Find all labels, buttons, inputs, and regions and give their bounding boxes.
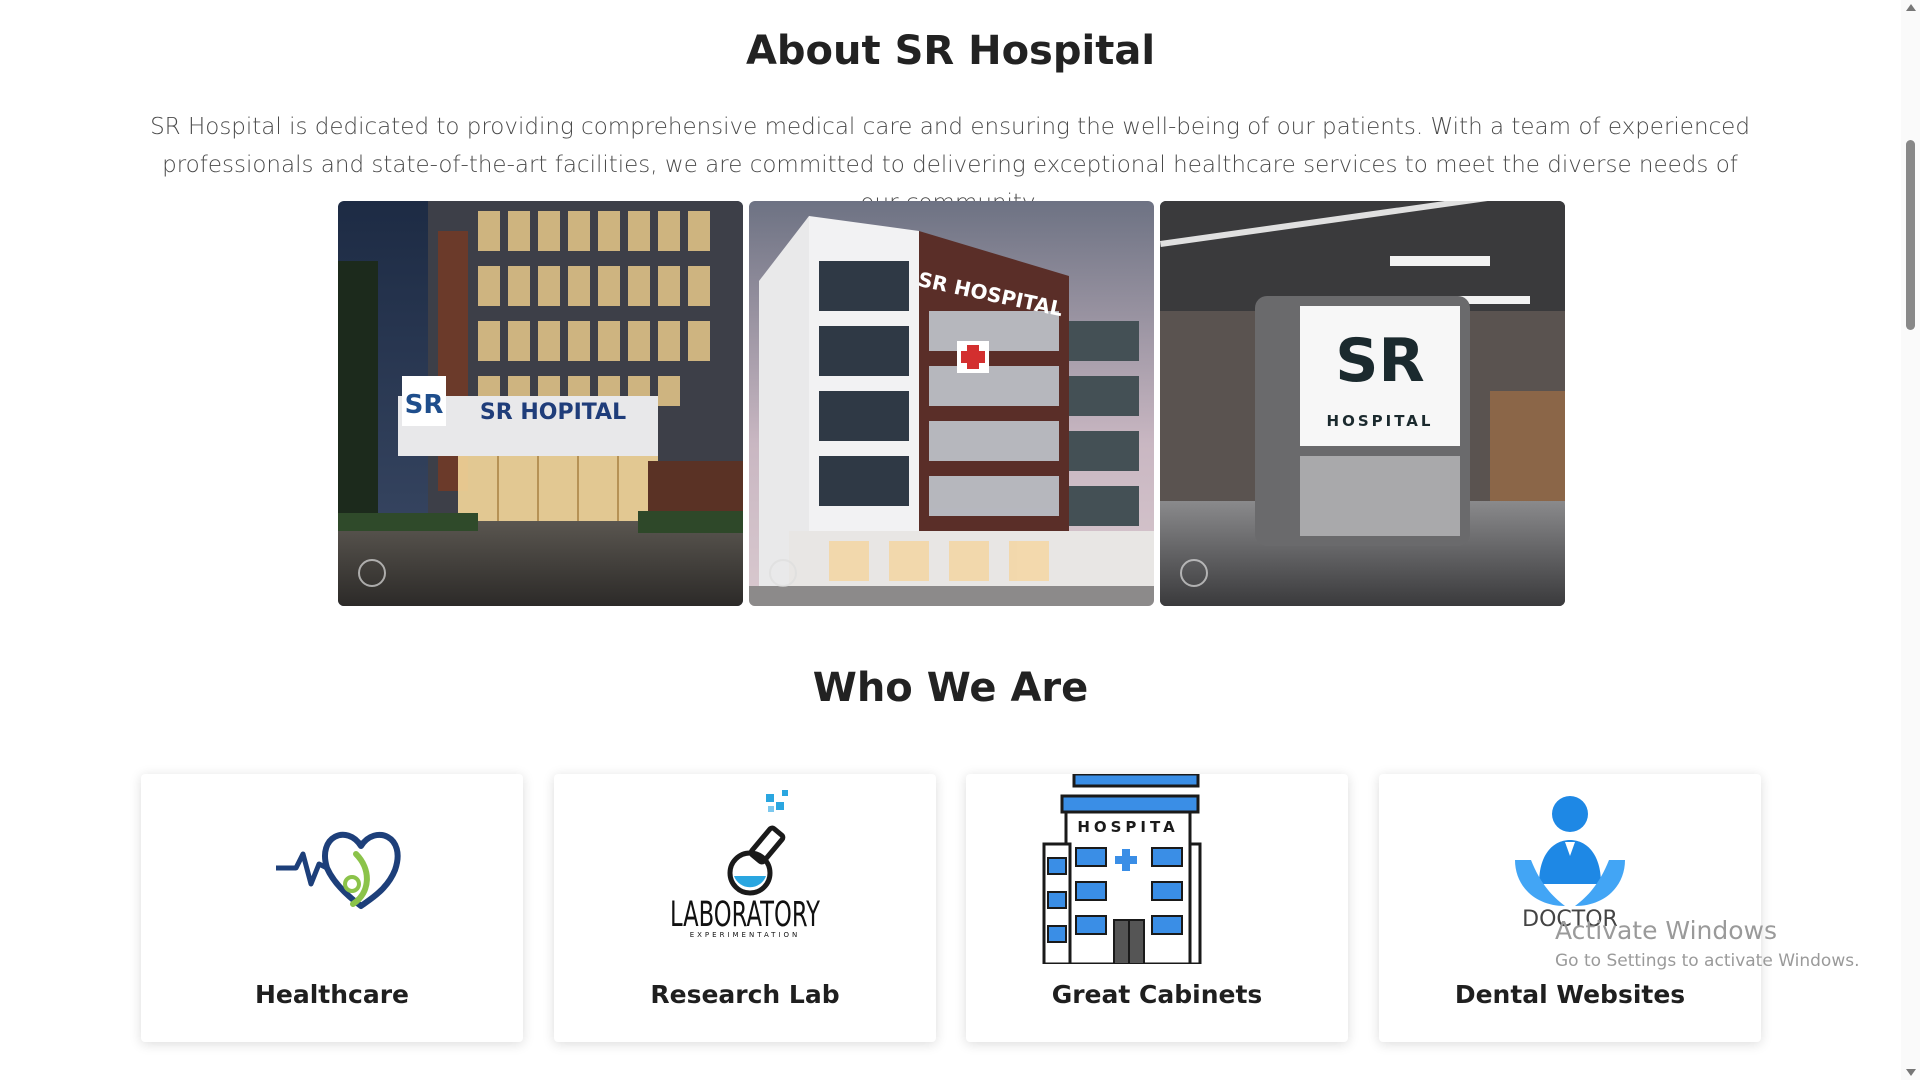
watermark-title: Activate Windows [1555,916,1777,945]
card-label: Great Cabinets [1051,980,1263,1009]
photo3-logo-text: SR [1335,326,1424,396]
lab-logo-text: LABORATORY [670,895,820,935]
card-research-lab[interactable]: LABORATORY EXPERIMENTATION Research Lab [554,774,936,1042]
hospital-gallery: SR SR HOPITAL SR HOSPITAL SR HOSPITAL [338,201,1566,606]
scrollbar-thumb[interactable] [1906,140,1915,330]
vertical-scrollbar[interactable] [1901,0,1920,1080]
card-dental-websites[interactable]: DOCTOR Dental Websites [1379,774,1761,1042]
lab-logo-sub: EXPERIMENTATION [690,931,801,939]
card-great-cabinets[interactable]: HOSPITA Great Cabinets [966,774,1348,1042]
card-label: Research Lab [650,980,840,1009]
watermark-subtitle: Go to Settings to activate Windows. [1555,951,1860,971]
hospital-photo-lobby: SR HOSPITAL [1160,201,1565,606]
hospital-logo-text: HOSPITA [1077,818,1178,836]
page: About SR Hospital SR Hospital is dedicat… [0,0,1901,1080]
photo1-logo-text: SR [405,390,444,420]
activate-windows-watermark: Activate Windows Go to Settings to activ… [1555,916,1860,971]
photo3-logo-sub: HOSPITAL [1327,412,1434,430]
who-we-are-title: Who We Are [812,665,1089,711]
card-label: Dental Websites [1454,980,1686,1009]
scroll-down-arrow-icon[interactable] [1906,1069,1916,1076]
scroll-up-arrow-icon[interactable] [1906,4,1916,11]
hospital-photo-exterior-night: SR SR HOPITAL [338,201,743,606]
laboratory-flask-icon: LABORATORY EXPERIMENTATION [554,774,936,964]
card-healthcare[interactable]: Healthcare [141,774,523,1042]
card-label: Healthcare [254,980,410,1009]
hospital-photo-exterior-day: SR HOSPITAL [749,201,1154,606]
hospital-building-icon: HOSPITA [966,774,1348,964]
photo1-sign-text: SR HOPITAL [480,400,626,425]
about-title: About SR Hospital [745,28,1156,74]
heart-pulse-stethoscope-icon [141,774,523,964]
